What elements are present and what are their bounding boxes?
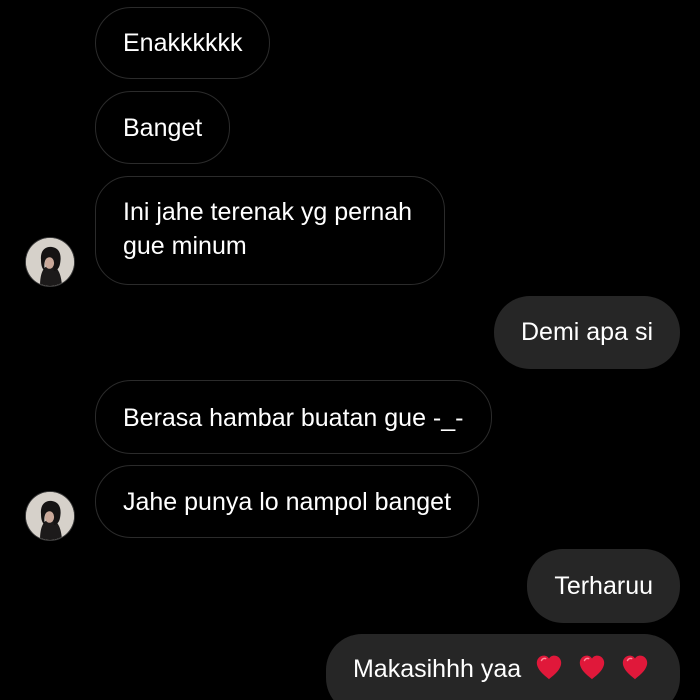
message-text: Jahe punya lo nampol banget xyxy=(123,488,452,516)
profile-photo-icon xyxy=(26,492,74,540)
message-text: Ini jahe terenak yg pernah gue minum xyxy=(123,198,413,260)
sender-avatar[interactable] xyxy=(26,238,74,286)
heart-icon xyxy=(534,652,564,682)
message-bubble-incoming[interactable]: Jahe punya lo nampol banget xyxy=(95,465,480,538)
message-bubble-incoming[interactable]: Ini jahe terenak yg pernah gue minum xyxy=(95,176,445,285)
profile-photo-icon xyxy=(26,238,74,286)
message-text: Berasa hambar buatan gue -_- xyxy=(123,404,464,432)
message-text: Enakkkkkk xyxy=(123,29,243,57)
message-bubble-incoming[interactable]: Banget xyxy=(95,91,231,164)
sender-avatar[interactable] xyxy=(26,492,74,540)
message-text: Demi apa si xyxy=(521,318,653,346)
chat-thread: Enakkkkkk Banget Ini jahe terenak yg per… xyxy=(0,0,700,700)
message-text: Terharuu xyxy=(554,572,653,600)
message-bubble-incoming[interactable]: Berasa hambar buatan gue -_- xyxy=(95,380,492,454)
message-text: Banget xyxy=(123,114,203,142)
heart-icon xyxy=(620,652,650,682)
message-text: Makasihhh yaa xyxy=(352,655,522,683)
message-bubble-outgoing[interactable]: Demi apa si xyxy=(494,296,680,369)
message-bubble-incoming[interactable]: Enakkkkkk xyxy=(95,7,271,79)
heart-icon xyxy=(577,652,607,682)
message-bubble-outgoing[interactable]: Terharuu xyxy=(527,549,680,623)
message-bubble-outgoing[interactable]: Makasihhh yaa xyxy=(325,634,680,700)
